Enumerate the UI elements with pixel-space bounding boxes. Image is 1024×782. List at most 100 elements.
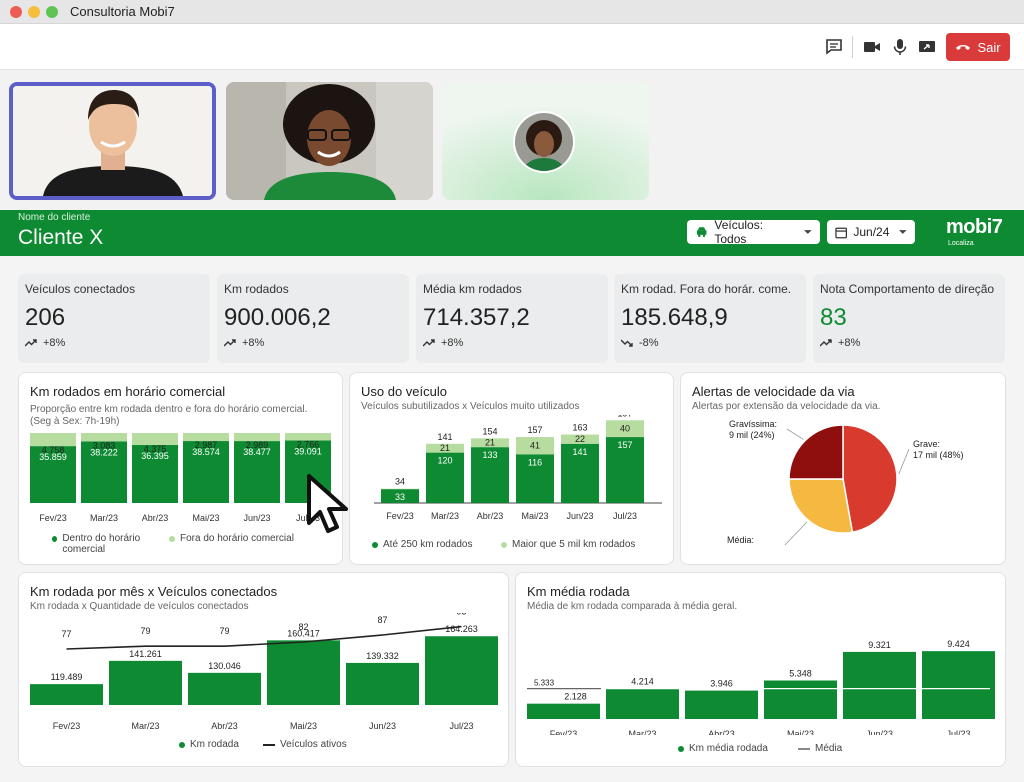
total-label: 157 bbox=[527, 425, 542, 435]
vehicle-filter-value: Veículos: Todos bbox=[714, 218, 764, 246]
data-label: 21 bbox=[440, 443, 450, 453]
maximize-window-button[interactable] bbox=[46, 6, 58, 18]
data-label: 38.477 bbox=[243, 447, 271, 457]
data-label: 40 bbox=[620, 424, 630, 434]
line-data-label: 77 bbox=[61, 629, 71, 639]
card-alertas-velocidade: Alertas de velocidade da via Alertas por… bbox=[680, 372, 1006, 565]
video-tile-participant-3[interactable] bbox=[442, 82, 649, 200]
video-camera-icon[interactable] bbox=[862, 37, 882, 57]
line-data-label: 79 bbox=[219, 626, 229, 636]
kpi-delta-value: +8% bbox=[43, 337, 66, 349]
video-strip bbox=[0, 70, 1024, 210]
x-tick-label: Mar/23 bbox=[90, 513, 118, 523]
data-label: 139.332 bbox=[366, 651, 399, 661]
x-tick-label: Jul/23 bbox=[946, 729, 970, 735]
data-label: 2.128 bbox=[564, 692, 587, 702]
legend-item: Média bbox=[798, 743, 842, 754]
toolbar-divider bbox=[852, 36, 853, 58]
kpi-delta: +8% bbox=[820, 337, 860, 349]
legend-item: Dentro do horário comercial bbox=[52, 533, 172, 555]
microphone-icon[interactable] bbox=[890, 37, 910, 57]
kpi-label: Média km rodados bbox=[423, 282, 522, 296]
screen-share-icon[interactable] bbox=[917, 37, 937, 57]
data-label: 120 bbox=[437, 456, 452, 466]
chevron-down-icon bbox=[804, 230, 812, 234]
bar-km-media bbox=[606, 688, 679, 719]
slice-value-label: 9 mil (24%) bbox=[729, 430, 775, 440]
trend-down-icon bbox=[621, 339, 633, 347]
vehicle-filter-dropdown[interactable]: Veículos: Todos bbox=[687, 218, 820, 246]
pie-slice bbox=[842, 424, 898, 534]
data-label: 130.046 bbox=[208, 661, 241, 671]
kpi-delta-value: +8% bbox=[441, 337, 464, 349]
slice-value-label: 17 mil (48%) bbox=[913, 450, 964, 460]
chat-icon[interactable] bbox=[824, 37, 844, 57]
x-tick-label: Mai/23 bbox=[192, 513, 219, 523]
data-label: 39.091 bbox=[294, 446, 322, 456]
mobi7-logo: mobi7 Localiza bbox=[946, 216, 1003, 247]
date-filter-dropdown[interactable]: Jun/24 bbox=[827, 220, 915, 244]
kpi-label: Veículos conectados bbox=[25, 282, 136, 296]
x-tick-label: Jun/23 bbox=[866, 729, 893, 735]
x-tick-label: Jun/23 bbox=[243, 513, 270, 523]
x-tick-label: Jun/23 bbox=[369, 721, 396, 731]
participant-3-tile-bg bbox=[442, 82, 649, 200]
data-label: 21 bbox=[485, 438, 495, 448]
slice-name-label: Gravíssima: bbox=[729, 419, 777, 429]
bar-km-media bbox=[922, 651, 995, 719]
kpi-label: Km rodad. Fora do horár. come. bbox=[621, 282, 792, 296]
call-toolbar: Sair bbox=[0, 24, 1024, 70]
legend-label: Km média rodada bbox=[689, 743, 768, 754]
leave-call-label: Sair bbox=[977, 39, 1001, 55]
legend-label: Média bbox=[815, 743, 843, 754]
card-subtitle: Proporção entre km rodada dentro e fora … bbox=[30, 404, 308, 427]
data-label: 33 bbox=[395, 492, 405, 502]
total-label: 141 bbox=[437, 432, 452, 442]
card-subtitle: Veículos subutilizados x Veículos muito … bbox=[361, 401, 580, 412]
x-tick-label: Fev/23 bbox=[53, 721, 81, 731]
card-km-por-mes: Km rodada por mês x Veículos conectados … bbox=[18, 572, 509, 767]
legend-item: Até 250 km rodados bbox=[372, 539, 473, 550]
kpi-value: 185.648,9 bbox=[621, 304, 728, 331]
card-title: Uso do veículo bbox=[361, 384, 447, 399]
phone-hangup-icon bbox=[956, 45, 971, 50]
data-label: 38.574 bbox=[192, 447, 220, 457]
bar-km-rodada bbox=[346, 662, 419, 705]
total-label: 154 bbox=[482, 426, 497, 436]
x-tick-label: Mai/23 bbox=[521, 511, 548, 521]
kpi-delta: +8% bbox=[224, 337, 264, 349]
kpi-delta-value: +8% bbox=[838, 337, 861, 349]
card-title: Km rodada por mês x Veículos conectados bbox=[30, 584, 278, 599]
bar-km-media bbox=[843, 651, 916, 719]
data-label: 41 bbox=[530, 441, 540, 451]
car-icon bbox=[696, 227, 707, 238]
kpi-card-fora-horario: Km rodad. Fora do horár. come. 185.648,9… bbox=[614, 274, 806, 363]
minimize-window-button[interactable] bbox=[28, 6, 40, 18]
kpi-delta-value: -8% bbox=[639, 337, 659, 349]
kpi-value: 206 bbox=[25, 304, 66, 331]
legend-label: Maior que 5 mil km rodados bbox=[512, 539, 636, 550]
kpi-label: Km rodados bbox=[224, 282, 289, 296]
dashboard: Veículos conectados 206 +8% Km rodados 9… bbox=[0, 256, 1024, 782]
x-tick-label: Fev/23 bbox=[39, 513, 67, 523]
line-data-label: 93 bbox=[456, 613, 466, 617]
trend-up-icon bbox=[25, 339, 37, 347]
total-label: 197 bbox=[617, 415, 632, 418]
data-label: 5.348 bbox=[789, 668, 812, 678]
x-tick-label: Mai/23 bbox=[290, 721, 317, 731]
leader-line bbox=[786, 428, 804, 440]
card-subtitle: Média de km rodada comparada à média ger… bbox=[527, 601, 738, 612]
leader-line bbox=[784, 521, 808, 546]
kpi-label: Nota Comportamento de direção bbox=[820, 282, 995, 296]
video-tile-participant-2[interactable] bbox=[226, 82, 433, 200]
close-window-button[interactable] bbox=[10, 6, 22, 18]
bar-km-rodada bbox=[30, 684, 103, 705]
video-tile-participant-1[interactable] bbox=[9, 82, 216, 200]
leave-call-button[interactable]: Sair bbox=[946, 33, 1010, 61]
data-label: 164.263 bbox=[445, 624, 478, 634]
client-label: Nome do cliente bbox=[18, 212, 91, 223]
x-tick-label: Mar/23 bbox=[431, 511, 459, 521]
chevron-down-icon bbox=[899, 230, 907, 234]
data-label: 22 bbox=[575, 434, 585, 444]
legend-label: Km rodada bbox=[190, 739, 239, 750]
